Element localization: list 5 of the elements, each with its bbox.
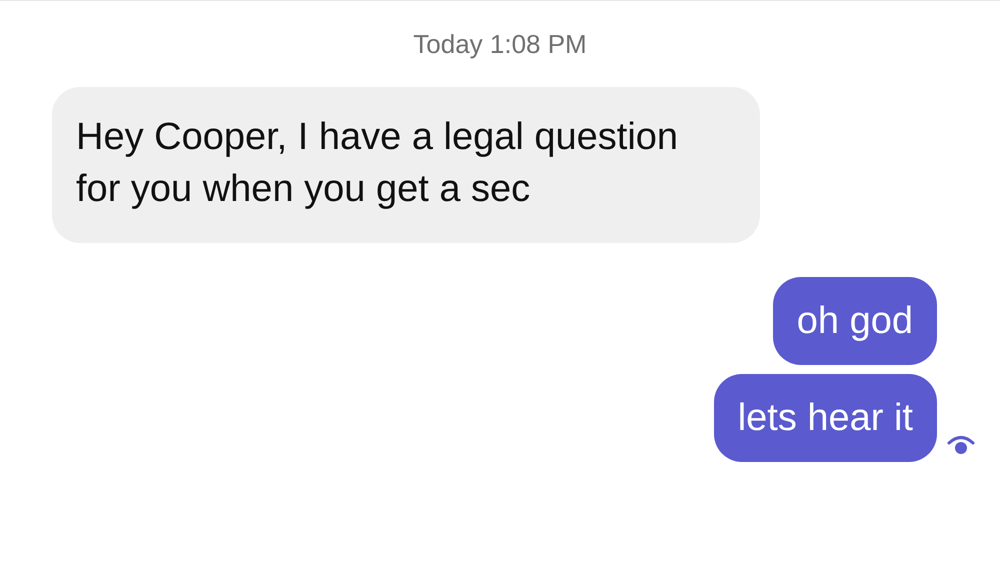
outgoing-message-bubble: oh god (772, 277, 937, 365)
read-receipt-icon (946, 434, 976, 456)
incoming-message-bubble: Hey Cooper, I have a legal question for you when you get a sec (52, 87, 760, 243)
timestamp: Today 1:08 PM (413, 28, 587, 61)
outgoing-message-bubble: lets hear it (714, 374, 937, 462)
